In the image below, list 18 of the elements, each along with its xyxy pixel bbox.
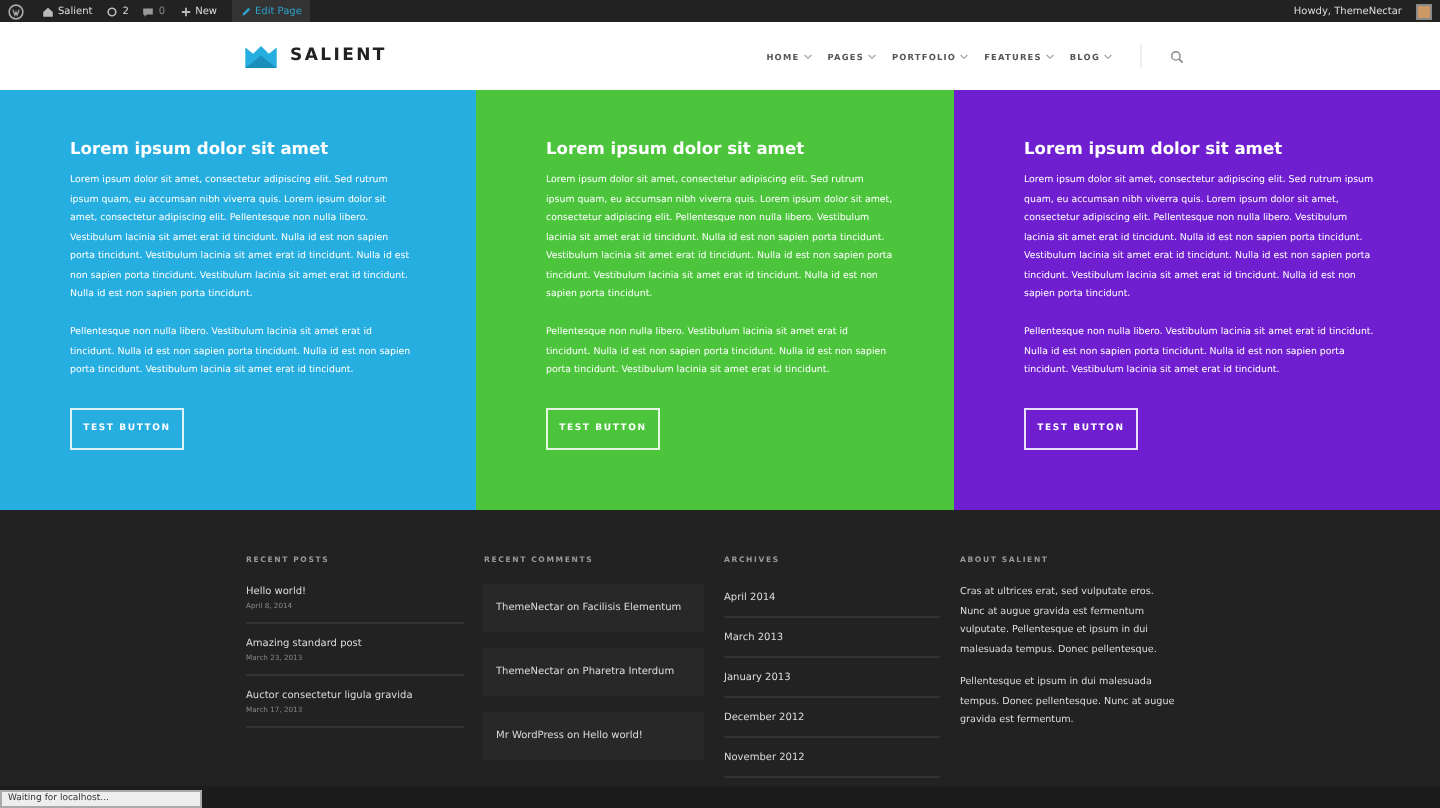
column-heading: Lorem ipsum dolor sit amet <box>1024 138 1285 160</box>
home-icon <box>42 5 54 17</box>
pencil-icon <box>239 5 252 17</box>
caret-icon <box>1104 53 1112 59</box>
caret-icon <box>867 53 876 59</box>
crown-logo-icon <box>244 45 278 67</box>
caret-icon <box>1045 53 1054 59</box>
caret-icon <box>960 53 969 59</box>
avatar-icon <box>1416 3 1432 19</box>
column-heading: Lorem ipsum dolor sit amet <box>546 138 807 160</box>
search-icon[interactable] <box>1170 49 1184 63</box>
wordpress-logo-icon[interactable] <box>8 3 24 19</box>
column-heading: Lorem ipsum dolor sit amet <box>70 138 331 160</box>
comment-icon <box>142 5 155 17</box>
plus-icon <box>179 5 192 17</box>
caret-icon <box>803 53 812 59</box>
refresh-icon <box>106 5 119 17</box>
logo-text[interactable]: SALIENT <box>290 46 387 66</box>
